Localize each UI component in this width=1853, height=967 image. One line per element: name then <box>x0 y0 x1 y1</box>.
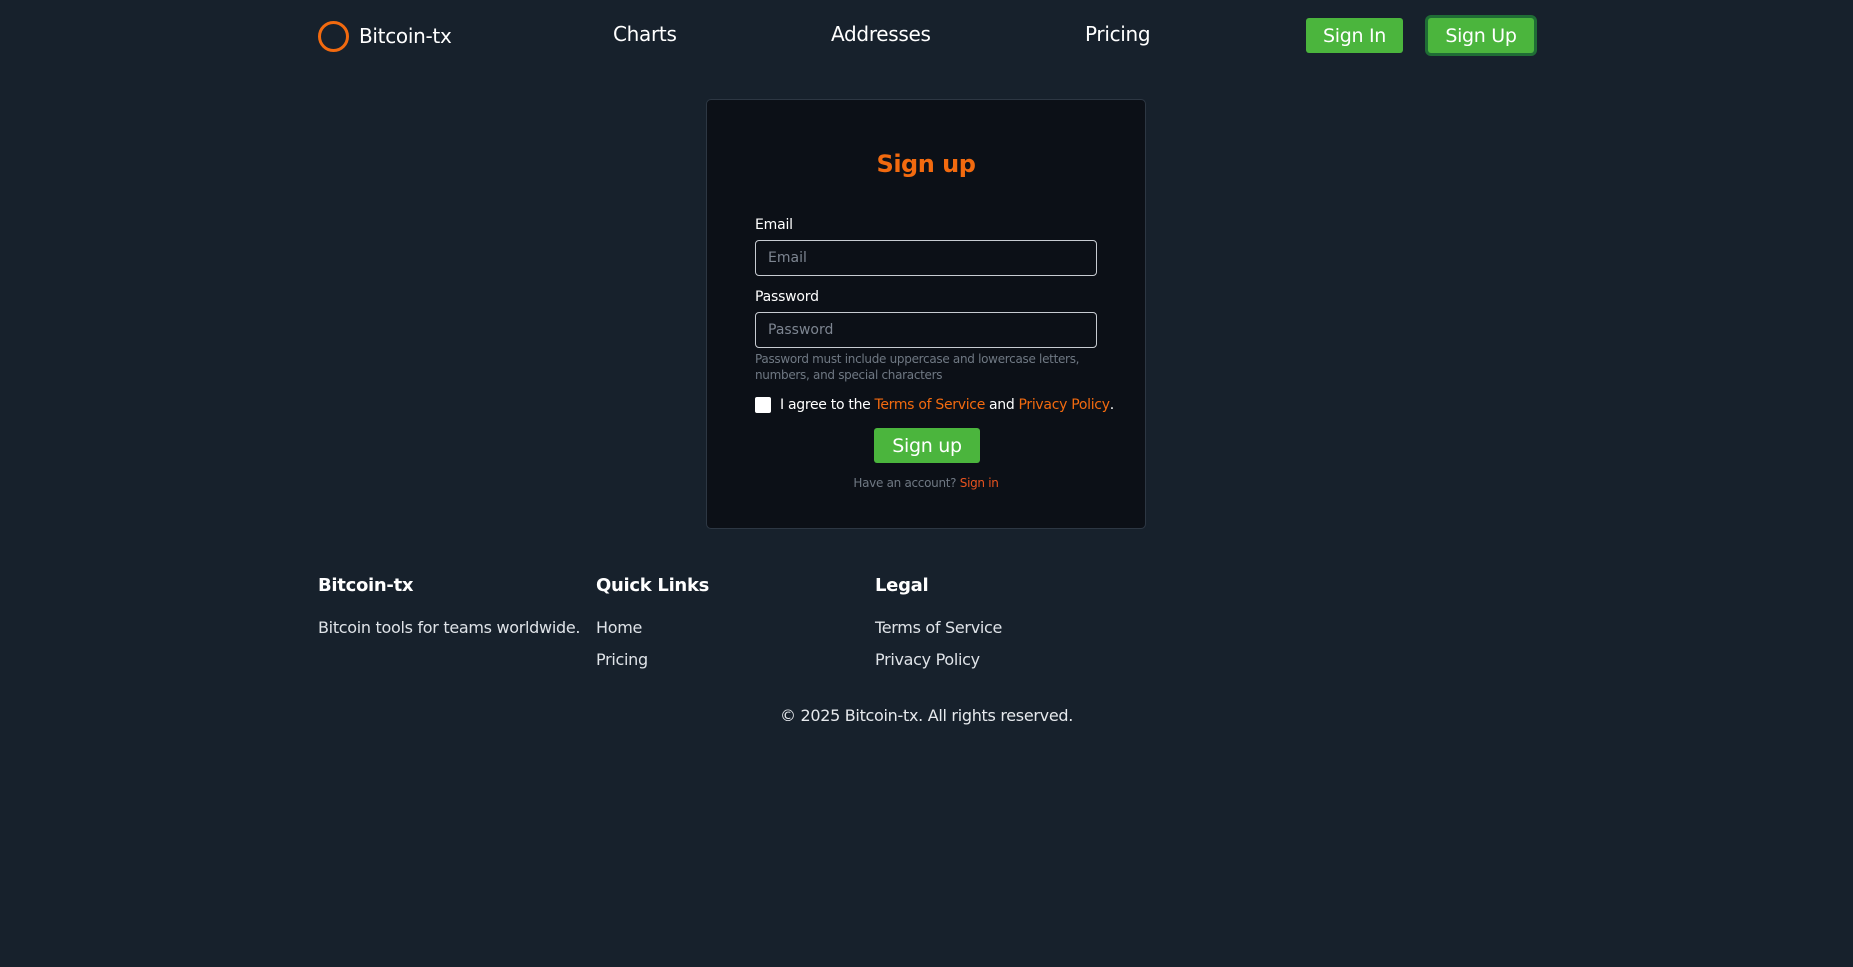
header-sign-up-button[interactable]: Sign Up <box>1428 18 1534 53</box>
email-field[interactable] <box>755 240 1097 276</box>
brand-logo[interactable]: Bitcoin-tx <box>318 16 452 56</box>
nav-addresses[interactable]: Addresses <box>831 22 931 46</box>
copyright: © 2025 Bitcoin-tx. All rights reserved. <box>779 706 1074 725</box>
password-hint: Password must include uppercase and lowe… <box>755 352 1080 382</box>
password-label: Password <box>755 289 819 305</box>
footer-brand-heading: Bitcoin-tx <box>318 575 414 596</box>
brand-name: Bitcoin-tx <box>359 24 452 48</box>
footer-tagline: Bitcoin tools for teams worldwide. <box>318 618 581 637</box>
page: Bitcoin-tx Charts Addresses Pricing Sign… <box>0 0 1853 967</box>
sign-in-link[interactable]: Sign in <box>960 476 999 490</box>
signup-card: Sign up Email Password Password must inc… <box>706 99 1146 529</box>
agree-prefix: I agree to the <box>780 397 871 413</box>
signup-submit-button[interactable]: Sign up <box>874 428 980 463</box>
agree-suffix: . <box>1109 397 1114 413</box>
footer-link-home[interactable]: Home <box>596 618 642 637</box>
agree-checkbox[interactable] <box>755 397 771 413</box>
footer-link-pricing[interactable]: Pricing <box>596 650 648 669</box>
email-label: Email <box>755 217 793 233</box>
footer-link-privacy[interactable]: Privacy Policy <box>875 650 980 669</box>
have-account-text: Have an account? <box>853 476 957 490</box>
have-account-row: Have an account? Sign in <box>707 476 1145 490</box>
footer-legal-heading: Legal <box>875 575 929 596</box>
nav-pricing[interactable]: Pricing <box>1085 22 1151 46</box>
password-field[interactable] <box>755 312 1097 348</box>
agree-and: and <box>989 397 1015 413</box>
header-sign-in-button[interactable]: Sign In <box>1306 18 1403 53</box>
agree-row: I agree to the Terms of Service and Priv… <box>755 397 1114 413</box>
footer-quick-links-heading: Quick Links <box>596 575 710 596</box>
nav-charts[interactable]: Charts <box>613 22 677 46</box>
circle-logo-icon <box>318 20 349 52</box>
footer-link-terms[interactable]: Terms of Service <box>875 618 1002 637</box>
privacy-link[interactable]: Privacy Policy <box>1018 397 1110 413</box>
terms-link[interactable]: Terms of Service <box>874 397 985 413</box>
signup-title: Sign up <box>876 150 976 178</box>
